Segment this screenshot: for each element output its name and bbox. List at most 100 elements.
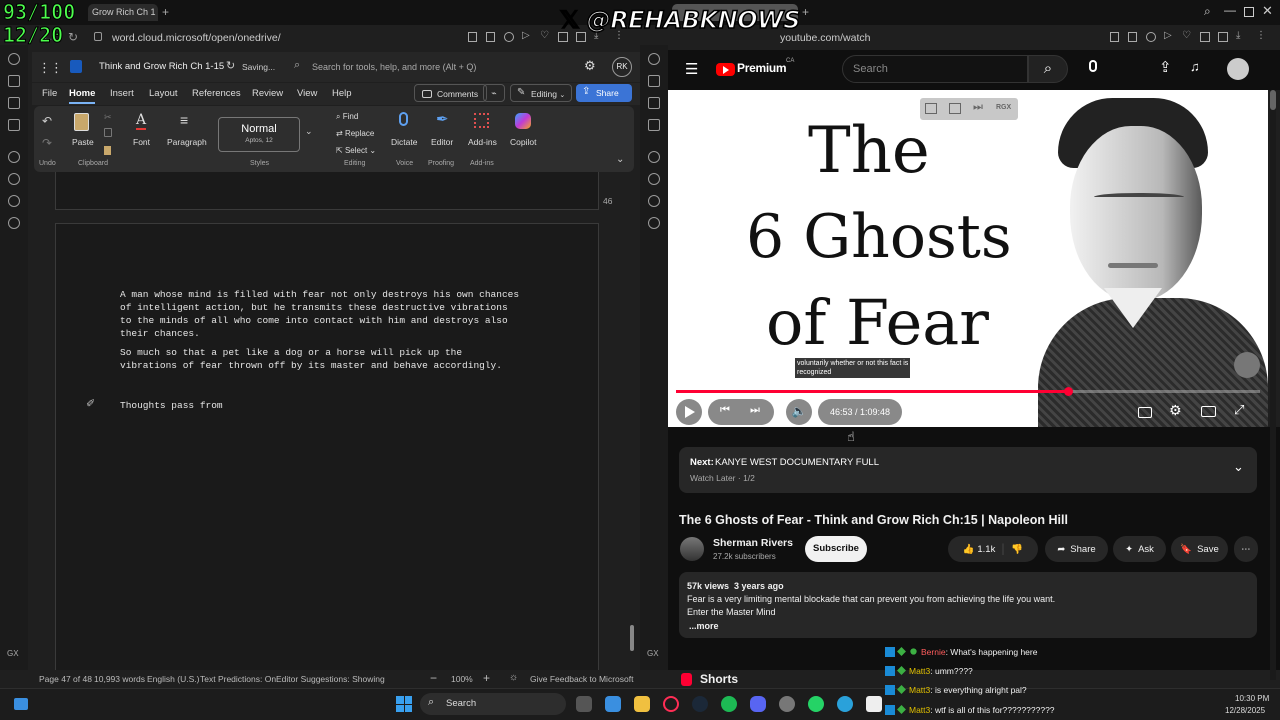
settings-icon[interactable]: ⚙ (584, 58, 596, 74)
redo-icon[interactable]: ↷ (42, 136, 52, 150)
hamburger-menu-icon[interactable]: ☰ (685, 60, 698, 78)
minimize-button[interactable]: — (1224, 3, 1236, 17)
paragraph-1[interactable]: A man whose mind is filled with fear not… (120, 288, 519, 340)
ask-button[interactable]: ✦ Ask (1113, 536, 1166, 562)
editor-suggestions[interactable]: Editor Suggestions: Showing (276, 674, 385, 684)
copilot-button[interactable]: Copilot (510, 137, 536, 147)
settings-icon[interactable]: ⚙ (1169, 402, 1182, 419)
app-icon[interactable] (866, 696, 882, 712)
comments-button[interactable]: Comments (414, 84, 487, 102)
channel-name[interactable]: Sherman Rivers (713, 537, 793, 549)
play-icon[interactable]: ▷ (522, 30, 530, 41)
styles-expand-icon[interactable]: ⌄ (305, 126, 313, 137)
clock-time[interactable]: 10:30 PM (1235, 694, 1269, 703)
app-icon[interactable] (779, 696, 795, 712)
sidebar-icon[interactable] (648, 151, 660, 163)
sidebar-icon[interactable] (648, 75, 660, 87)
zoom-out-button[interactable]: − (430, 671, 437, 685)
feedback-icon[interactable]: ☼ (509, 672, 518, 683)
show-more-link[interactable]: ...more (689, 621, 719, 631)
font-button[interactable]: Font (133, 137, 150, 147)
account-avatar[interactable] (1227, 58, 1249, 80)
description-box[interactable]: 57k views 3 years ago Fear is a very lim… (679, 572, 1257, 638)
doc-title[interactable]: Think and Grow Rich Ch 1-15 (99, 61, 224, 72)
spotify-icon[interactable] (721, 696, 737, 712)
extension-icon[interactable] (1128, 32, 1137, 42)
notepad-icon[interactable] (605, 696, 621, 712)
extension-icon[interactable] (1146, 32, 1156, 42)
extension-icon[interactable] (468, 32, 477, 42)
new-tab-button[interactable]: + (162, 5, 169, 19)
maximize-button[interactable] (1244, 7, 1254, 17)
copilot-icon[interactable] (515, 113, 531, 129)
extension-icon[interactable] (486, 32, 495, 42)
text-predictions[interactable]: Text Predictions: On (200, 674, 276, 684)
replace-button[interactable]: ⇄ Replace (336, 129, 374, 138)
menu-help[interactable]: Help (332, 88, 352, 99)
language[interactable]: English (U.S.) (147, 674, 199, 684)
settings-icon[interactable] (648, 217, 660, 229)
yt-search-input[interactable]: Search (842, 55, 1028, 83)
sidebar-icon[interactable] (648, 53, 660, 65)
popout-icon[interactable] (949, 103, 961, 114)
extension-icon[interactable] (1200, 32, 1210, 42)
previous-icon[interactable]: ⏮ (720, 404, 730, 417)
paste-icon[interactable] (74, 113, 89, 131)
sidebar-icon[interactable] (8, 97, 20, 109)
microphone-icon[interactable] (399, 112, 408, 126)
font-icon[interactable]: A (136, 112, 147, 130)
vertical-scrollbar-thumb[interactable] (630, 625, 634, 651)
share-button[interactable]: ⇪ Share (576, 84, 632, 102)
paragraph-button[interactable]: Paragraph (167, 137, 207, 147)
zoom-in-button[interactable]: + (483, 671, 490, 685)
menu-layout[interactable]: Layout (149, 88, 178, 99)
find-button[interactable]: ⌕ Find (336, 112, 358, 122)
tool-search-input[interactable]: Search for tools, help, and more (Alt + … (312, 62, 476, 72)
sidebar-icon[interactable] (648, 195, 660, 207)
ribbon-collapse-icon[interactable]: ⌄ (616, 154, 624, 165)
history-icon[interactable] (8, 173, 20, 185)
more-actions-button[interactable]: ⋯ (1234, 536, 1258, 562)
opera-gx-icon[interactable] (663, 696, 679, 712)
extension-icon[interactable] (504, 32, 514, 42)
close-button[interactable]: ✕ (1262, 3, 1273, 19)
dislike-icon[interactable]: 👎 (1011, 544, 1023, 555)
chevron-down-icon[interactable]: ⌄ (1233, 459, 1244, 475)
menu-home[interactable]: Home (69, 88, 96, 104)
start-button[interactable] (396, 696, 412, 712)
sidebar-icon[interactable] (8, 53, 20, 65)
skip-icon[interactable]: ⏭ (973, 101, 983, 114)
sidebar-icon[interactable] (8, 195, 20, 207)
editor-suggestion-icon[interactable]: ✐ (86, 397, 95, 410)
sidebar-icon[interactable] (648, 97, 660, 109)
new-tab-button[interactable]: + (802, 5, 809, 19)
youtube-premium-label[interactable]: Premium (737, 61, 787, 75)
avatar[interactable]: RK (612, 57, 632, 77)
steam-icon[interactable] (692, 696, 708, 712)
subtitles-icon[interactable] (1138, 407, 1152, 418)
select-button[interactable]: ⇱ Select ⌄ (336, 146, 376, 155)
video-player[interactable]: The 6 Ghosts of Fear ⏭ RGX voluntarily w… (668, 90, 1268, 427)
clock-date[interactable]: 12/28/2025 (1225, 706, 1265, 715)
editor-button[interactable]: Editor (431, 137, 453, 147)
feedback-link[interactable]: Give Feedback to Microsoft (530, 674, 633, 684)
search-tabs-icon[interactable]: ⌕ (1204, 4, 1211, 19)
channel-avatar[interactable] (680, 537, 704, 561)
next-title[interactable]: KANYE WEST DOCUMENTARY FULL (715, 457, 879, 468)
volume-button[interactable]: 🔈 (786, 399, 812, 425)
notifications-icon[interactable]: ♫ (1190, 59, 1200, 74)
fullscreen-icon[interactable]: ⤢ (1234, 402, 1244, 418)
task-view-icon[interactable] (576, 696, 592, 712)
cut-icon[interactable]: ✂ (104, 112, 112, 123)
menu-insert[interactable]: Insert (110, 88, 134, 99)
more-icon[interactable]: ⋮ (1256, 30, 1266, 41)
voice-search-icon[interactable] (1089, 60, 1097, 72)
editor-icon[interactable]: ✒ (436, 110, 449, 128)
progress-track[interactable] (676, 387, 1260, 396)
scrollbar-thumb[interactable] (1270, 90, 1276, 110)
history-icon[interactable] (648, 173, 660, 185)
paragraph-3[interactable]: Thoughts pass from (120, 399, 223, 412)
paste-button[interactable]: Paste (72, 137, 94, 147)
zoom-level[interactable]: 100% (451, 674, 473, 684)
upload-icon[interactable]: ⇪ (1159, 58, 1172, 76)
